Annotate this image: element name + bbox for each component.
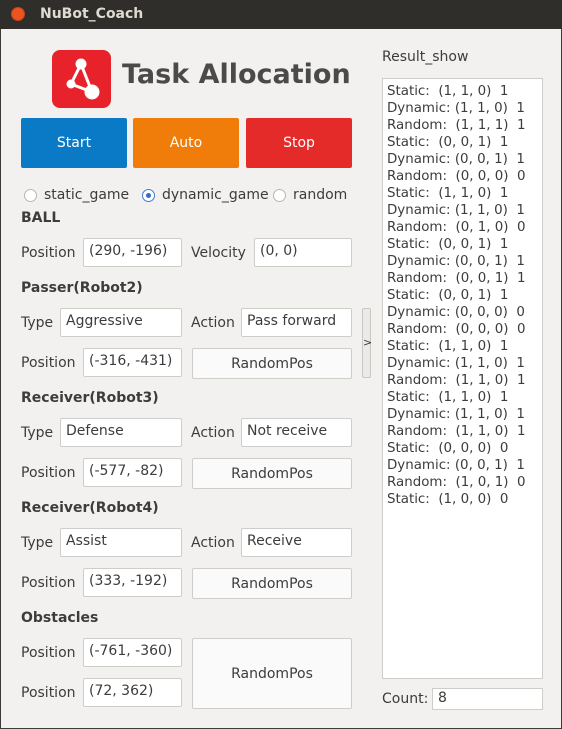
receiver3-position-field[interactable]: (-577, -82) <box>83 458 182 487</box>
result-line: Static: (0, 0, 1) 1 <box>387 135 509 150</box>
radio-off-icon <box>273 188 286 202</box>
auto-button[interactable]: Auto <box>133 118 239 168</box>
passer-action-label: Action <box>191 315 235 331</box>
radio-label: dynamic_game <box>162 187 269 203</box>
passer-type-field[interactable]: Aggressive <box>60 308 182 337</box>
result-line: Random: (1, 1, 0) 1 <box>387 373 526 388</box>
receiver4-action-label: Action <box>191 535 235 551</box>
obstacle1-position-label: Position <box>21 645 76 661</box>
result-line: Random: (1, 1, 0) 1 <box>387 424 526 439</box>
result-line: Dynamic: (1, 1, 0) 1 <box>387 407 525 422</box>
ball-velocity-label: Velocity <box>191 245 246 261</box>
close-icon[interactable] <box>11 7 25 21</box>
result-line: Static: (0, 0, 1) 1 <box>387 288 509 303</box>
page-title: Task Allocation <box>122 59 351 90</box>
receiver3-randompos-button[interactable]: RandomPos <box>192 458 352 489</box>
result-line: Random: (1, 0, 1) 0 <box>387 475 526 490</box>
obstacle2-position-label: Position <box>21 685 76 701</box>
result-line: Static: (1, 1, 0) 1 <box>387 390 509 405</box>
result-line: Random: (0, 0, 0) 0 <box>387 169 526 184</box>
result-line: Static: (0, 0, 1) 1 <box>387 237 509 252</box>
panel-splitter-handle[interactable]: > <box>362 308 372 378</box>
obstacles-randompos-button[interactable]: RandomPos <box>192 638 352 709</box>
receiver4-type-label: Type <box>21 535 54 551</box>
radio-on-icon <box>142 188 155 202</box>
section-receiver-robot4: Receiver(Robot4) <box>21 500 159 516</box>
radio-label: static_game <box>44 187 130 203</box>
passer-action-field[interactable]: Pass forward <box>241 308 352 337</box>
passer-position-field[interactable]: (-316, -431) <box>83 348 182 377</box>
obstacle1-position-field[interactable]: (-761, -360) <box>83 638 182 667</box>
result-line: Dynamic: (1, 1, 0) 1 <box>387 203 525 218</box>
stop-button[interactable]: Stop <box>246 118 352 168</box>
radio-static-game[interactable]: static_game <box>24 186 129 204</box>
result-show-label: Result_show <box>382 49 469 65</box>
result-line: Random: (0, 0, 0) 0 <box>387 322 526 337</box>
ball-position-label: Position <box>21 245 76 261</box>
radio-off-icon <box>24 188 37 202</box>
result-line: Random: (0, 1, 0) 0 <box>387 220 526 235</box>
result-line: Static: (1, 0, 0) 0 <box>387 492 509 507</box>
result-line: Static: (1, 1, 0) 1 <box>387 339 509 354</box>
receiver4-action-field[interactable]: Receive <box>241 528 352 557</box>
result-line: Random: (1, 1, 1) 1 <box>387 118 526 133</box>
share-nodes-icon <box>52 50 111 108</box>
obstacle2-position-field[interactable]: (72, 362) <box>83 678 182 707</box>
result-line: Static: (0, 0, 0) 0 <box>387 441 509 456</box>
section-receiver-robot3: Receiver(Robot3) <box>21 390 159 406</box>
count-field[interactable]: 8 <box>432 688 543 710</box>
receiver3-action-label: Action <box>191 425 235 441</box>
radio-random[interactable]: random <box>273 186 347 204</box>
receiver4-type-field[interactable]: Assist <box>60 528 182 557</box>
result-line: Static: (1, 1, 0) 1 <box>387 186 509 201</box>
result-line: Dynamic: (0, 0, 1) 1 <box>387 152 525 167</box>
passer-randompos-button[interactable]: RandomPos <box>192 348 352 379</box>
radio-dynamic-game[interactable]: dynamic_game <box>142 186 269 204</box>
passer-type-label: Type <box>21 315 54 331</box>
result-log[interactable]: Static: (1, 1, 0) 1 Dynamic: (1, 1, 0) 1 R… <box>382 78 543 679</box>
receiver3-type-label: Type <box>21 425 54 441</box>
result-line: Random: (0, 0, 1) 1 <box>387 271 526 286</box>
ball-velocity-field[interactable]: (0, 0) <box>254 238 352 267</box>
passer-position-label: Position <box>21 355 76 371</box>
section-passer: Passer(Robot2) <box>21 280 143 296</box>
start-button[interactable]: Start <box>21 118 127 168</box>
section-obstacles: Obstacles <box>21 610 99 626</box>
result-line: Dynamic: (0, 0, 0) 0 <box>387 305 525 320</box>
receiver4-randompos-button[interactable]: RandomPos <box>192 568 352 599</box>
ball-position-field[interactable]: (290, -196) <box>83 238 182 267</box>
title-bar: NuBot_Coach <box>0 0 562 29</box>
window-title: NuBot_Coach <box>40 6 144 22</box>
result-line: Dynamic: (1, 1, 0) 1 <box>387 356 525 371</box>
result-line: Dynamic: (0, 0, 1) 1 <box>387 458 525 473</box>
receiver4-position-field[interactable]: (333, -192) <box>83 568 182 597</box>
receiver3-position-label: Position <box>21 465 76 481</box>
result-line: Static: (1, 1, 0) 1 <box>387 84 509 99</box>
receiver4-position-label: Position <box>21 575 76 591</box>
count-label: Count: <box>382 691 429 707</box>
receiver3-type-field[interactable]: Defense <box>60 418 182 447</box>
main-window: Task Allocation Start Auto Stop static_g… <box>1 29 561 728</box>
result-line: Dynamic: (1, 1, 0) 1 <box>387 101 525 116</box>
section-ball: BALL <box>21 210 61 226</box>
receiver3-action-field[interactable]: Not receive <box>241 418 352 447</box>
radio-label: random <box>293 187 348 203</box>
result-line: Dynamic: (0, 0, 1) 1 <box>387 254 525 269</box>
